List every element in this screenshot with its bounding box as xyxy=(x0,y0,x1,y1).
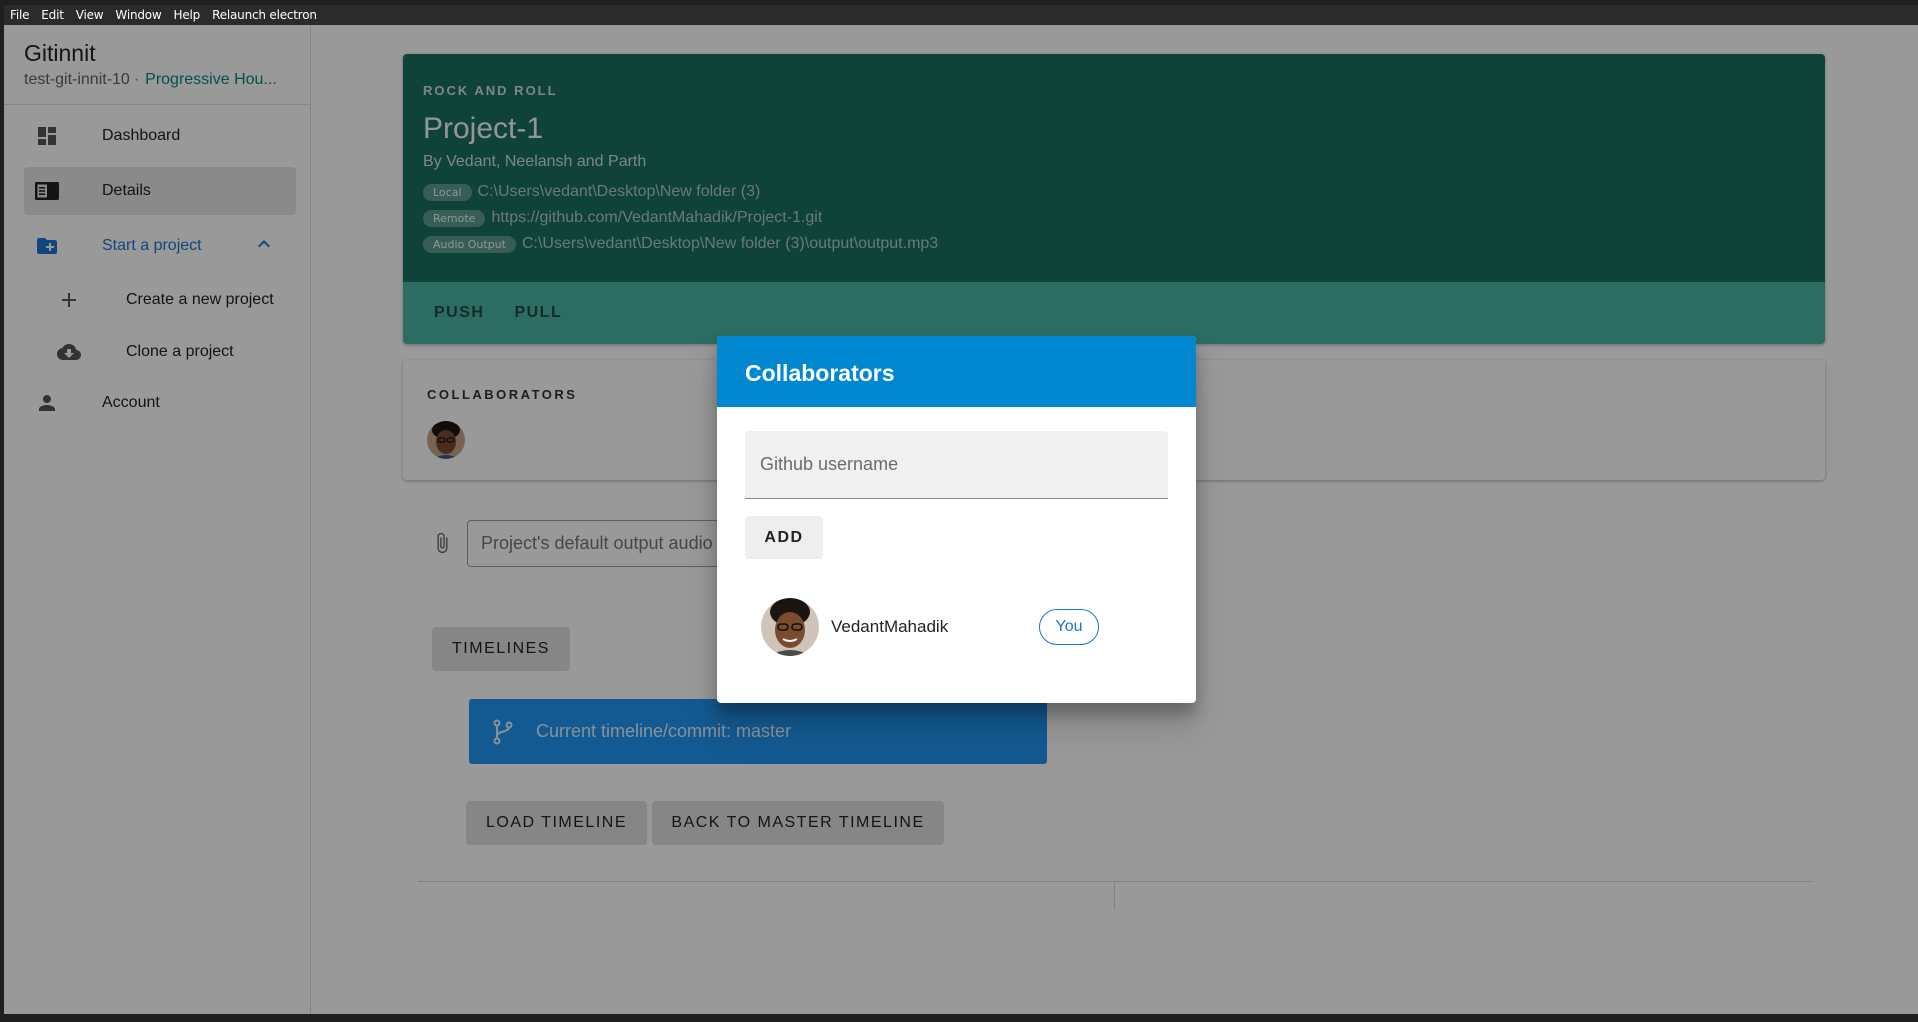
menu-window[interactable]: Window xyxy=(115,8,161,22)
you-badge: You xyxy=(1039,609,1099,645)
menu-file[interactable]: File xyxy=(10,8,29,22)
menubar: File Edit View Window Help Relaunch elec… xyxy=(4,5,1918,25)
github-username-input[interactable] xyxy=(745,431,1168,498)
window-bottom-edge xyxy=(0,1014,1918,1022)
menu-relaunch-electron[interactable]: Relaunch electron xyxy=(212,8,317,22)
collaborator-name: VedantMahadik xyxy=(831,617,949,636)
avatar xyxy=(761,598,819,656)
app-window: Gitinnit test-git-innit-10 · Progressive H… xyxy=(4,25,1918,1014)
dialog-header: Collaborators xyxy=(717,336,1196,407)
github-username-field xyxy=(745,431,1168,499)
menu-view[interactable]: View xyxy=(76,8,104,22)
menu-help[interactable]: Help xyxy=(174,8,201,22)
list-item: VedantMahadik You xyxy=(761,598,1161,658)
menu-edit[interactable]: Edit xyxy=(41,8,64,22)
collaborators-dialog: Collaborators ADD VedantMahadik You xyxy=(717,336,1196,703)
dialog-title: Collaborators xyxy=(745,360,895,386)
add-collaborator-button[interactable]: ADD xyxy=(745,516,823,559)
